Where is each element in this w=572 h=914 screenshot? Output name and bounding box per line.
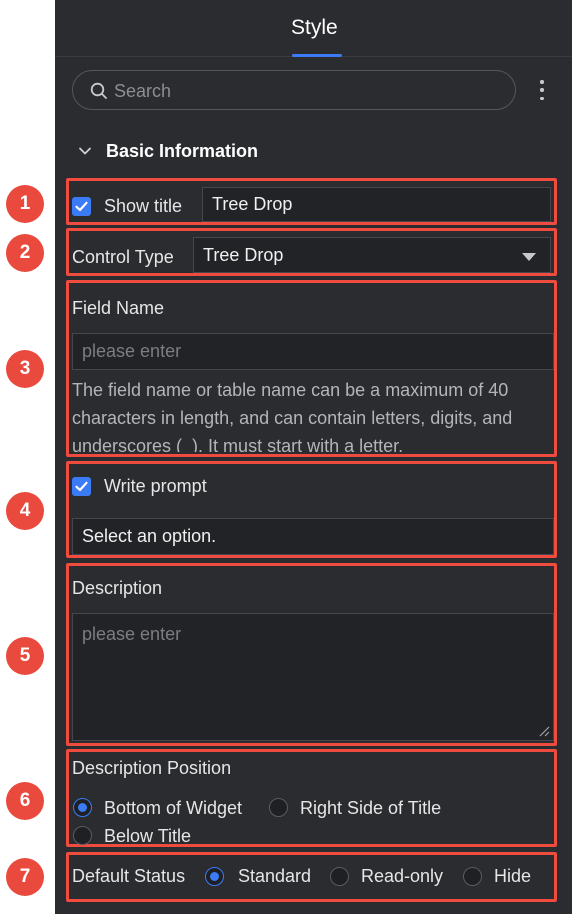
field-name-label: Field Name [72, 298, 165, 318]
search-icon [90, 82, 107, 99]
radio-label-right-side-of-title: Right Side of Title [300, 798, 442, 818]
dropdown-arrow-icon [522, 253, 536, 261]
step-marker-1: 1 [6, 185, 44, 223]
more-options-icon[interactable] [534, 78, 550, 102]
resize-handle-icon[interactable] [538, 725, 550, 737]
step-marker-5: 5 [6, 637, 44, 675]
tab-bar: Style [55, 0, 572, 57]
radio-label-read-only: Read-only [361, 866, 444, 886]
chevron-down-icon [79, 147, 91, 155]
active-tab-indicator [292, 54, 342, 57]
description-placeholder: please enter [82, 624, 182, 644]
radio-label-below-title: Below Title [104, 826, 192, 846]
tab-style[interactable]: Style [291, 16, 338, 40]
radio-label-bottom-of-widget: Bottom of Widget [104, 798, 243, 818]
section-basic-information[interactable]: Basic Information [77, 138, 258, 164]
show-title-label: Show title [104, 196, 183, 216]
write-prompt-checkbox[interactable] [72, 477, 91, 496]
style-panel: Style Search Basic Information Show titl… [55, 0, 572, 914]
radio-label-standard: Standard [238, 866, 312, 886]
radio-read-only[interactable] [330, 867, 349, 886]
control-type-select[interactable]: Tree Drop [193, 237, 551, 273]
description-label: Description [72, 578, 163, 598]
search-input[interactable]: Search [72, 70, 516, 110]
radio-standard[interactable] [205, 867, 224, 886]
field-name-help-text: The field name or table name can be a ma… [72, 380, 513, 452]
field-name-placeholder: please enter [82, 341, 182, 361]
title-input[interactable]: Tree Drop [202, 187, 551, 222]
description-textarea[interactable]: please enter [72, 613, 554, 741]
title-input-value: Tree Drop [212, 194, 293, 214]
radio-below-title[interactable] [73, 826, 92, 845]
step-marker-6: 6 [6, 782, 44, 820]
default-status-label: Default Status [72, 866, 186, 886]
radio-right-side-of-title[interactable] [269, 798, 288, 817]
radio-label-hide: Hide [494, 866, 532, 886]
control-type-label: Control Type [72, 247, 174, 267]
step-marker-7: 7 [6, 858, 44, 896]
field-name-input[interactable]: please enter [72, 333, 554, 370]
prompt-input-value: Select an option. [82, 526, 217, 546]
step-marker-2: 2 [6, 234, 44, 272]
step-marker-3: 3 [6, 350, 44, 388]
prompt-input[interactable]: Select an option. [72, 518, 554, 555]
control-type-value: Tree Drop [203, 244, 284, 265]
show-title-checkbox[interactable] [72, 197, 91, 216]
radio-hide[interactable] [463, 867, 482, 886]
description-position-label: Description Position [72, 758, 232, 778]
step-marker-4: 4 [6, 492, 44, 530]
section-title: Basic Information [106, 140, 259, 161]
write-prompt-label: Write prompt [104, 476, 207, 496]
radio-bottom-of-widget[interactable] [73, 798, 92, 817]
search-placeholder: Search [114, 81, 172, 101]
